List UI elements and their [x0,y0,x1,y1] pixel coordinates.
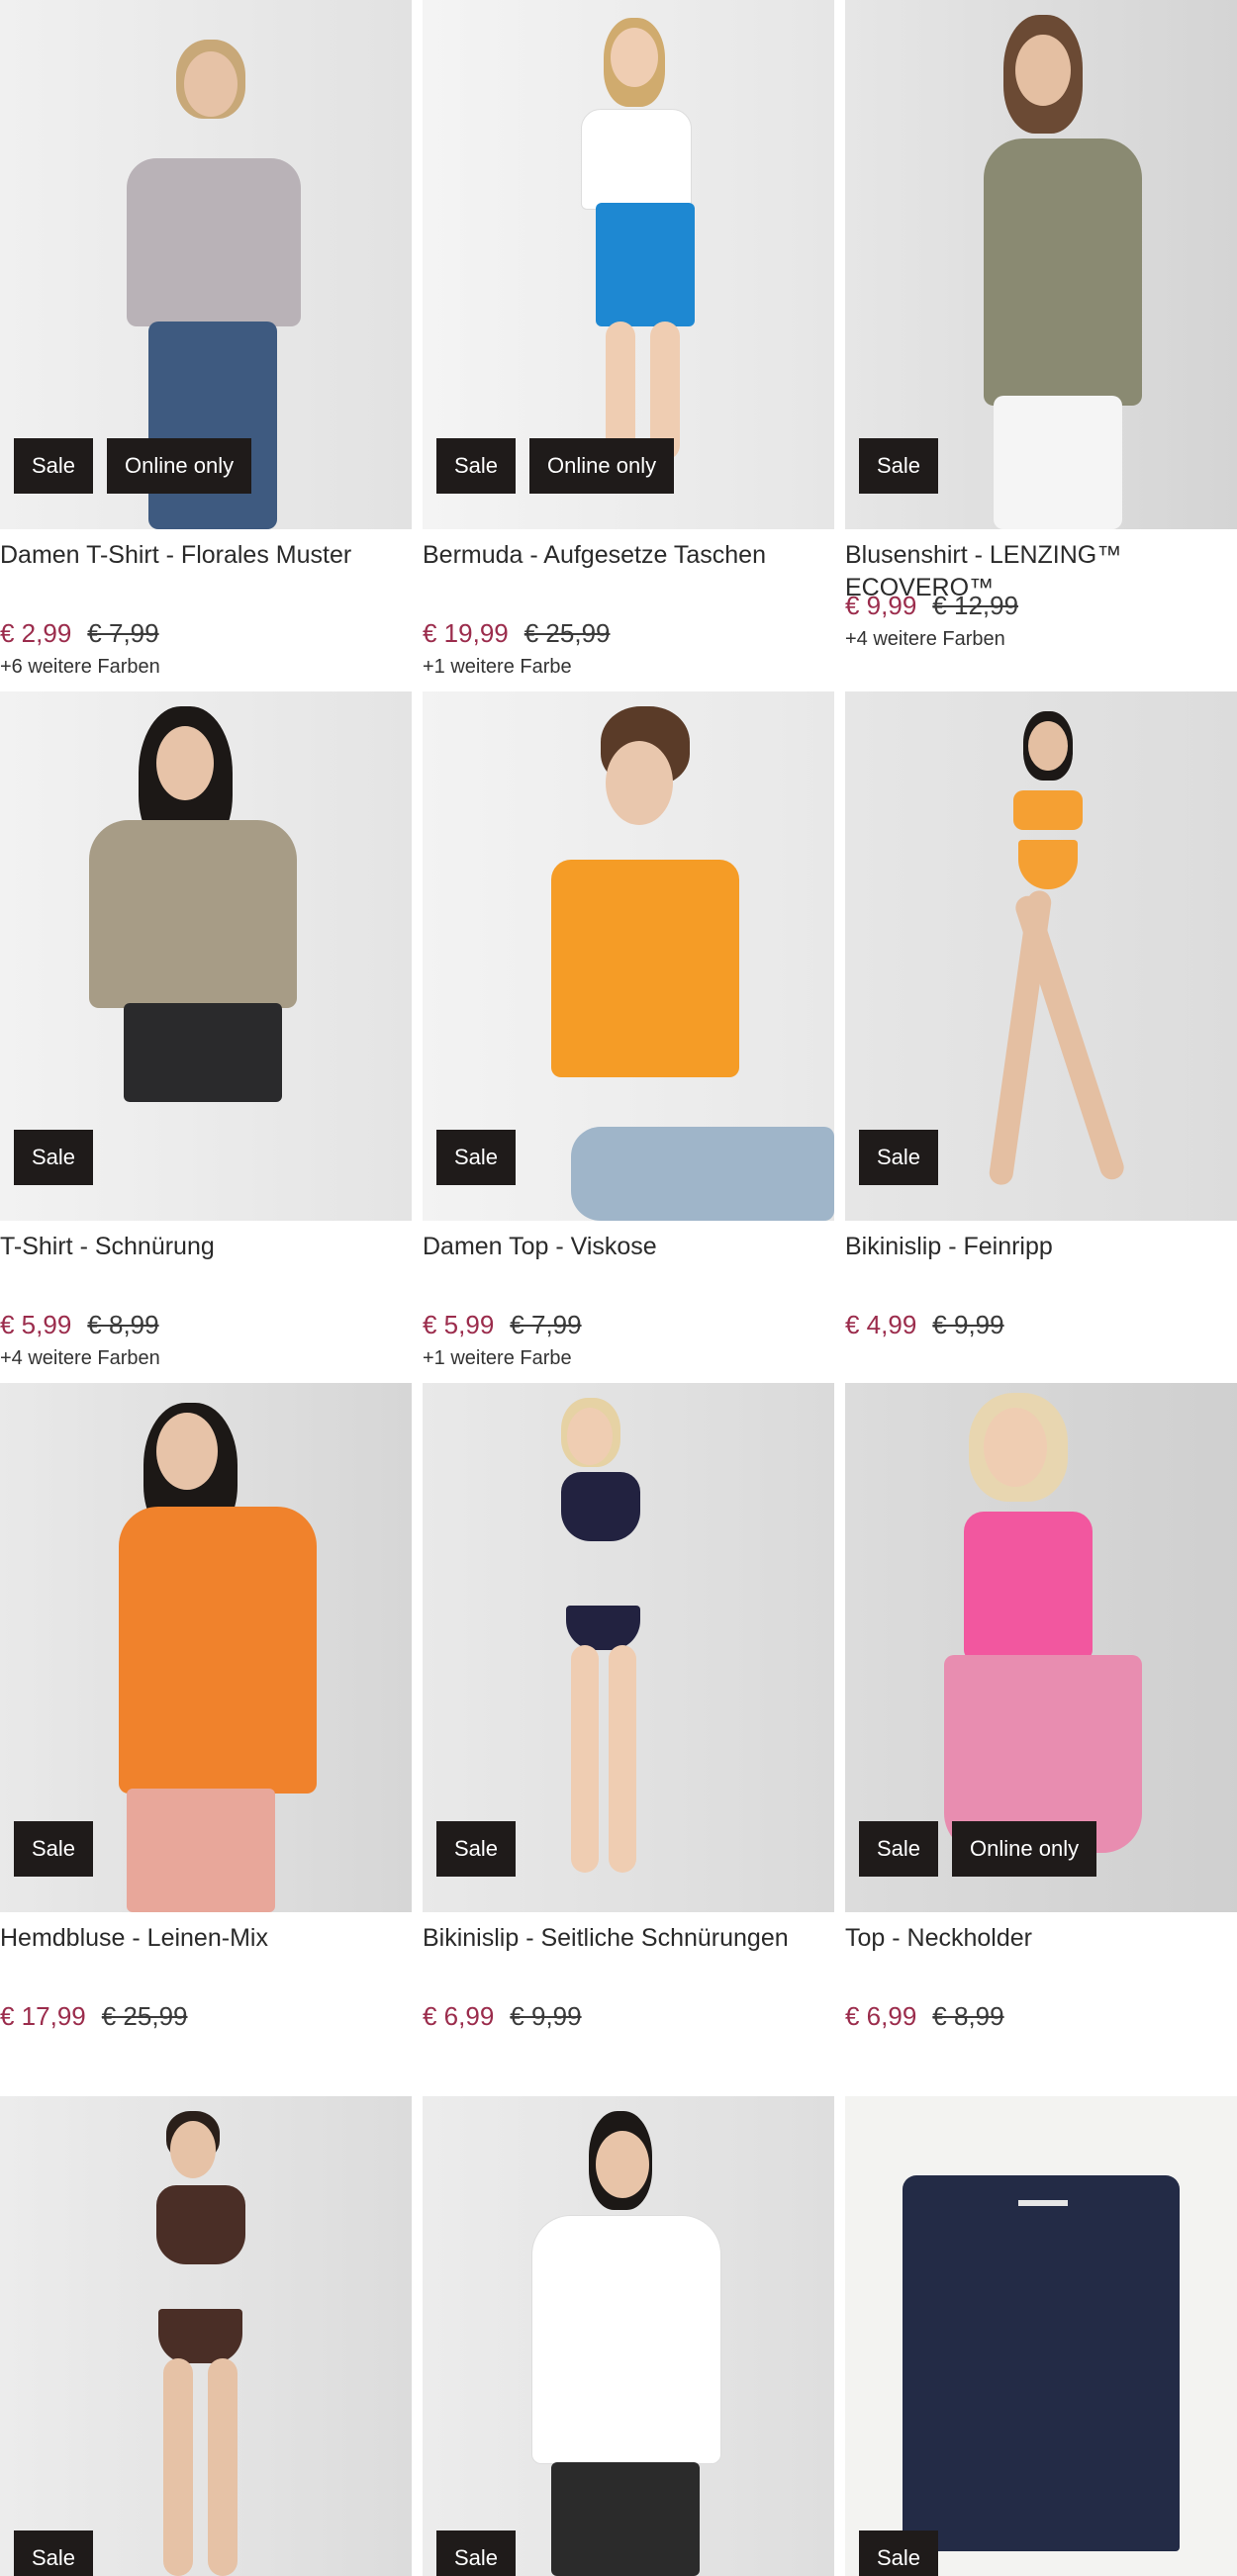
product-title[interactable]: Hemdbluse - Leinen-Mix [0,1922,412,1987]
product-image[interactable]: Sale [423,2096,834,2576]
product-image[interactable]: Sale [423,1383,834,1912]
sale-badge: Sale [436,2530,517,2576]
online-only-badge: Online only [107,438,252,494]
product-image[interactable]: Sale [845,2096,1237,2576]
online-only-badge: Online only [529,438,675,494]
product-card[interactable]: Sale Damen Top - Viskose € 5,99 € 7,99 +… [423,691,834,1383]
product-grid: Sale Online only Damen T-Shirt - Florale… [0,0,1237,2576]
product-card[interactable]: Sale [845,2096,1237,2576]
sale-badge: Sale [14,1821,94,1877]
product-card[interactable]: Sale [423,2096,834,2576]
more-colors-link[interactable]: +1 weitere Farbe [423,1347,834,1373]
product-image[interactable]: Sale Online only [0,0,412,529]
more-colors-link[interactable] [845,2039,1237,2065]
product-card[interactable]: Sale Bikinislip - Feinripp € 4,99 € 9,99 [845,691,1237,1383]
more-colors-link[interactable]: +6 weitere Farben [0,656,412,682]
sale-badge: Sale [859,1130,939,1185]
original-price: € 7,99 [87,618,159,648]
product-card[interactable]: Sale [0,2096,412,2576]
sale-price: € 19,99 [423,618,509,648]
sale-badge: Sale [436,1821,517,1877]
online-only-badge: Online only [952,1821,1097,1877]
product-title[interactable]: Damen T-Shirt - Florales Muster [0,539,412,604]
sale-badge: Sale [14,438,94,494]
sale-price: € 6,99 [845,2001,917,2031]
product-card[interactable]: Sale Online only Damen T-Shirt - Florale… [0,0,412,691]
original-price: € 8,99 [932,2001,1004,2031]
product-card[interactable]: Sale Online only Top - Neckholder € 6,99… [845,1383,1237,2074]
sale-badge: Sale [436,1130,517,1185]
sale-badge: Sale [859,438,939,494]
product-card[interactable]: Sale Bikinislip - Seitliche Schnürungen … [423,1383,834,2074]
sale-price: € 5,99 [0,1310,72,1339]
original-price: € 9,99 [932,1310,1004,1339]
product-card[interactable]: Sale Online only Bermuda - Aufgesetze Ta… [423,0,834,691]
product-title[interactable]: Bikinislip - Seitliche Schnürungen [423,1922,834,1987]
more-colors-link[interactable]: +4 weitere Farben [845,628,1237,654]
product-image[interactable]: Sale [0,2096,412,2576]
original-price: € 25,99 [523,618,611,648]
more-colors-link[interactable]: +4 weitere Farben [0,1347,412,1373]
product-image[interactable]: Sale Online only [845,1383,1237,1912]
sale-badge: Sale [14,1130,94,1185]
sale-badge: Sale [14,2530,94,2576]
more-colors-link[interactable] [423,2039,834,2065]
sale-price: € 9,99 [845,591,917,620]
product-card[interactable]: Sale Blusenshirt - LENZING™ ECOVERO™ € 9… [845,0,1237,691]
original-price: € 9,99 [510,2001,582,2031]
original-price: € 25,99 [101,2001,188,2031]
original-price: € 7,99 [510,1310,582,1339]
product-image[interactable]: Sale [845,691,1237,1221]
sale-badge: Sale [436,438,517,494]
sale-price: € 6,99 [423,2001,495,2031]
product-title[interactable]: T-Shirt - Schnürung [0,1231,412,1296]
original-price: € 8,99 [87,1310,159,1339]
sale-price: € 2,99 [0,618,72,648]
product-image[interactable]: Sale [423,691,834,1221]
product-image[interactable]: Sale [845,0,1237,529]
product-card[interactable]: Sale T-Shirt - Schnürung € 5,99 € 8,99 +… [0,691,412,1383]
more-colors-link[interactable] [845,1347,1237,1373]
product-title[interactable]: Bikinislip - Feinripp [845,1231,1237,1296]
product-title[interactable]: Damen Top - Viskose [423,1231,834,1296]
sale-badge: Sale [859,2530,939,2576]
product-title[interactable]: Bermuda - Aufgesetze Taschen [423,539,834,604]
product-card[interactable]: Sale Hemdbluse - Leinen-Mix € 17,99 € 25… [0,1383,412,2074]
sale-price: € 17,99 [0,2001,86,2031]
sale-price: € 4,99 [845,1310,917,1339]
more-colors-link[interactable]: +1 weitere Farbe [423,656,834,682]
product-image[interactable]: Sale Online only [423,0,834,529]
product-title[interactable]: Top - Neckholder [845,1922,1237,1987]
more-colors-link[interactable] [0,2039,412,2065]
original-price: € 12,99 [932,591,1019,620]
sale-price: € 5,99 [423,1310,495,1339]
product-image[interactable]: Sale [0,1383,412,1912]
sale-badge: Sale [859,1821,939,1877]
product-image[interactable]: Sale [0,691,412,1221]
